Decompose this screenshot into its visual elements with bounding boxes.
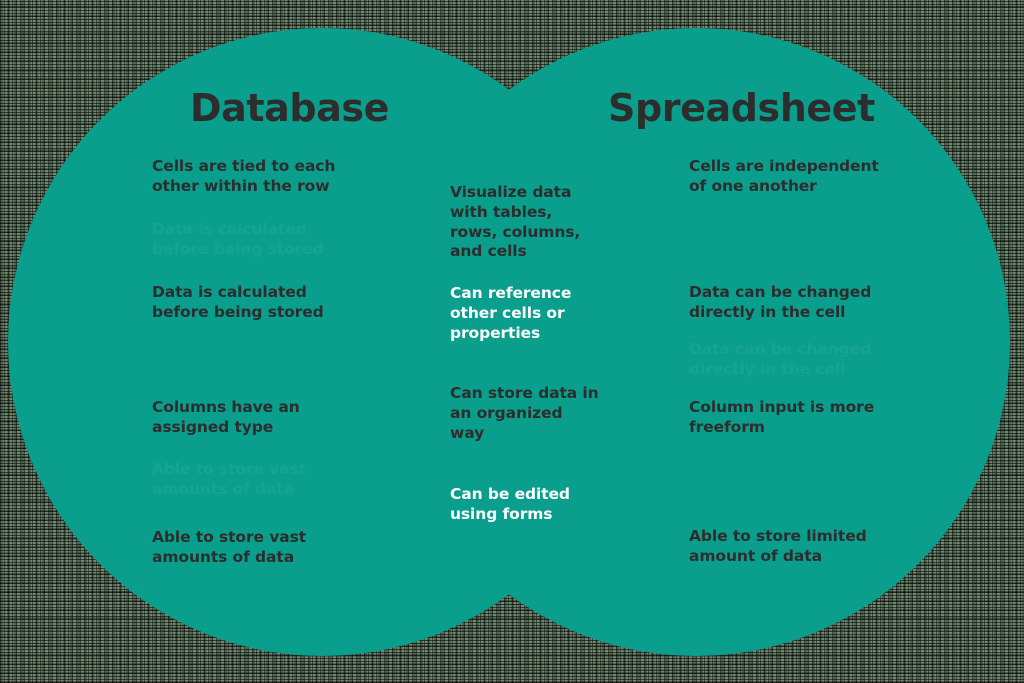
- left-item-1: Cells are tied to each other within the …: [152, 157, 336, 195]
- venn-content-layer: Database Spreadsheet Cells are tied to e…: [0, 0, 1024, 683]
- center-item-1: Visualize data with tables, rows, column…: [450, 183, 581, 261]
- right-ghost-item-1: Data can be changed directly in the cell: [689, 340, 872, 378]
- right-item-4: Able to store limited amount of data: [689, 527, 867, 565]
- center-item-4: Can be edited using forms: [450, 485, 570, 523]
- center-item-3: Can store data in an organized way: [450, 384, 599, 442]
- left-item-3: Columns have an assigned type: [152, 398, 300, 436]
- left-item-2: Data is calculated before being stored: [152, 283, 324, 321]
- right-item-3: Column input is more freeform: [689, 398, 875, 436]
- left-item-4: Able to store vast amounts of data: [152, 528, 307, 566]
- heading-database: Database: [190, 86, 390, 130]
- left-ghost-item-1: Data is calculated before being stored: [152, 220, 324, 258]
- venn-diagram-canvas: Database Spreadsheet Cells are tied to e…: [0, 0, 1024, 683]
- right-item-1: Cells are independent of one another: [689, 157, 879, 195]
- center-item-2: Can reference other cells or properties: [450, 284, 572, 342]
- left-ghost-item-2: Able to store vast amounts of data: [152, 460, 307, 498]
- right-item-2: Data can be changed directly in the cell: [689, 283, 872, 321]
- heading-spreadsheet: Spreadsheet: [608, 86, 875, 130]
